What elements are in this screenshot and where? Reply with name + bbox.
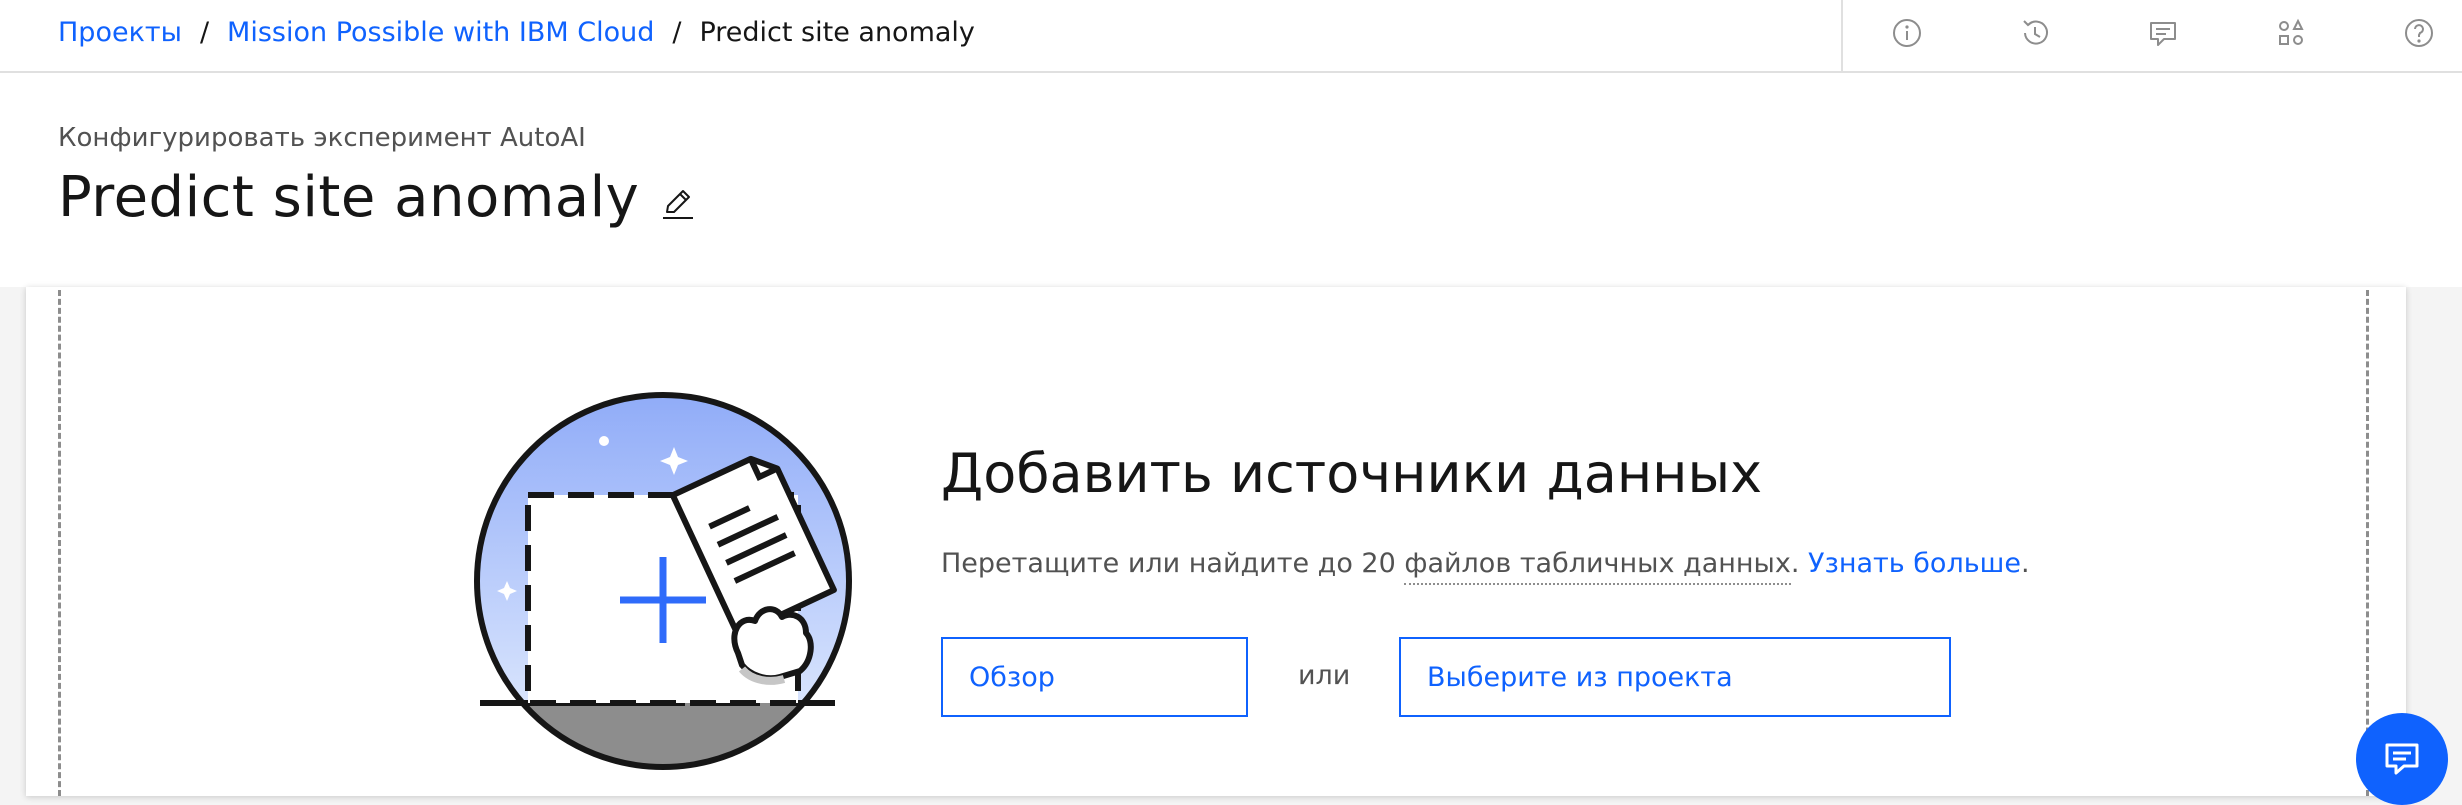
apps-icon[interactable] — [2274, 16, 2308, 50]
help-icon[interactable] — [2402, 16, 2436, 50]
drop-zone-border-left — [58, 290, 61, 796]
browse-button[interactable]: Обзор — [941, 637, 1248, 717]
page-title: Predict site anomaly — [58, 165, 640, 230]
breadcrumb-link-projects[interactable]: Проекты — [58, 17, 182, 48]
breadcrumb: Проекты / Mission Possible with IBM Clou… — [58, 0, 975, 64]
history-icon[interactable] — [2018, 16, 2052, 50]
breadcrumb-separator: / — [672, 16, 682, 48]
edit-icon[interactable] — [659, 184, 697, 222]
drop-zone-description: Перетащите или найдите до 20 файлов табл… — [941, 548, 2030, 585]
info-icon[interactable] — [1890, 16, 1924, 50]
upload-illustration — [470, 385, 880, 775]
or-separator: или — [1298, 660, 1351, 691]
drop-zone-panel — [26, 287, 2406, 796]
breadcrumb-current: Predict site anomaly — [699, 16, 975, 48]
drop-zone-title: Добавить источники данных — [941, 442, 1763, 505]
select-from-project-button[interactable]: Выберите из проекта — [1399, 637, 1951, 717]
tabular-data-term[interactable]: файлов табличных данных — [1404, 548, 1791, 585]
chat-button[interactable] — [2356, 713, 2448, 805]
learn-more-period: . — [2020, 548, 2030, 579]
chat-icon — [2385, 743, 2419, 775]
page-header: Конфигурировать эксперимент AutoAI Predi… — [0, 73, 2462, 287]
drop-zone-period: . — [1790, 548, 1800, 579]
comment-icon[interactable] — [2146, 16, 2180, 50]
breadcrumb-separator: / — [199, 16, 210, 48]
page-subtitle: Конфигурировать эксперимент AutoAI — [58, 123, 586, 153]
learn-more-link[interactable]: Узнать больше — [1808, 548, 2021, 579]
drop-zone-border-right — [2366, 290, 2369, 796]
drop-zone-text: Перетащите или найдите до 20 — [941, 548, 1405, 579]
title-row: Predict site anomaly — [58, 165, 697, 230]
breadcrumb-link-project[interactable]: Mission Possible with IBM Cloud — [227, 17, 654, 48]
toolbar-divider — [1841, 0, 1843, 73]
top-bar: Проекты / Mission Possible with IBM Clou… — [0, 0, 2462, 73]
